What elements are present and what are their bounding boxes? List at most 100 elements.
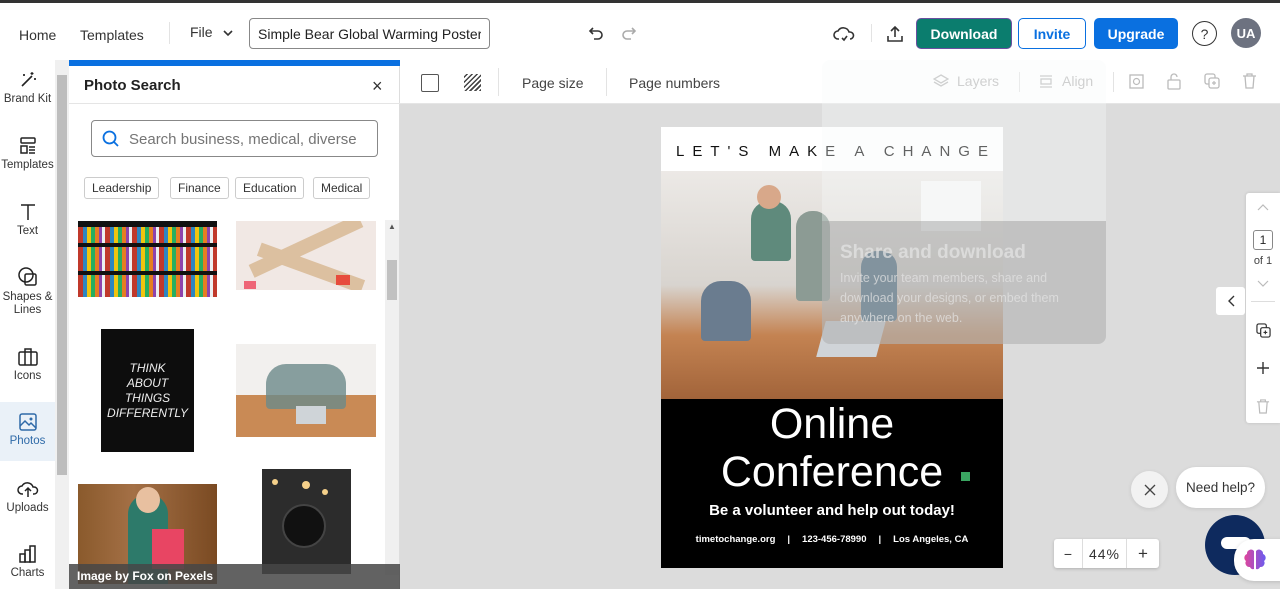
divider bbox=[498, 68, 499, 96]
photo-globe[interactable] bbox=[262, 469, 351, 574]
panel-scrollbar[interactable]: ▲ bbox=[385, 220, 399, 575]
rail-label: Uploads bbox=[6, 502, 49, 514]
poster-photo[interactable] bbox=[661, 171, 1003, 399]
page-number-input[interactable]: 1 bbox=[1253, 230, 1273, 250]
align-icon bbox=[1040, 75, 1052, 88]
divider bbox=[1251, 301, 1275, 302]
photo-neon-sign[interactable]: THINK ABOUT THINGS DIFFERENTLY bbox=[101, 329, 194, 452]
resize-handle[interactable] bbox=[961, 472, 970, 481]
background-color-swatch[interactable] bbox=[421, 74, 439, 92]
unlock-icon[interactable] bbox=[1166, 72, 1182, 90]
divider bbox=[69, 103, 400, 104]
file-menu[interactable]: File bbox=[190, 24, 234, 40]
poster-contact-line[interactable]: timetochange.org | 123-456-78990 | Los A… bbox=[661, 534, 1003, 545]
redo-icon[interactable] bbox=[619, 23, 641, 45]
chevron-left-icon bbox=[1227, 295, 1234, 307]
rail-item-shapes[interactable]: Shapes & Lines bbox=[0, 266, 55, 317]
document-title-input[interactable] bbox=[249, 18, 490, 49]
file-label: File bbox=[190, 24, 213, 40]
rail-item-charts[interactable]: Charts bbox=[0, 544, 55, 579]
divider bbox=[1113, 72, 1114, 92]
close-icon[interactable]: × bbox=[372, 76, 383, 97]
avatar[interactable]: UA bbox=[1231, 18, 1261, 48]
collapse-panel-button[interactable] bbox=[1216, 287, 1245, 315]
divider bbox=[169, 22, 170, 44]
icons-icon bbox=[17, 348, 38, 366]
rail-label: Brand Kit bbox=[3, 93, 52, 105]
trash-icon[interactable] bbox=[1242, 72, 1257, 89]
ai-assistant-button[interactable] bbox=[1234, 539, 1280, 581]
align-button[interactable]: Align bbox=[1038, 73, 1093, 89]
rail-item-templates[interactable]: Templates bbox=[0, 136, 55, 171]
separator: | bbox=[878, 534, 882, 545]
cloud-saved-icon[interactable] bbox=[832, 22, 856, 46]
dismiss-help-button[interactable] bbox=[1131, 471, 1168, 508]
rail-item-brand-kit[interactable]: Brand Kit bbox=[0, 70, 55, 105]
rail-scrollbar[interactable] bbox=[55, 60, 69, 589]
rail-label: Photos bbox=[9, 435, 46, 447]
layers-button[interactable]: Layers bbox=[933, 73, 999, 89]
help-icon[interactable]: ? bbox=[1192, 21, 1217, 46]
rail-item-photos[interactable]: Photos bbox=[0, 402, 55, 461]
rail-item-icons[interactable]: Icons bbox=[0, 347, 55, 382]
poster-title-line2[interactable]: Conference bbox=[661, 447, 1003, 497]
photo-bookshelf[interactable] bbox=[78, 221, 217, 297]
poster-headline[interactable]: LET'S MAKE A CHANGE bbox=[661, 127, 1003, 171]
rail-item-text[interactable]: Text bbox=[0, 202, 55, 237]
divider bbox=[871, 24, 872, 42]
duplicate-icon[interactable] bbox=[1204, 73, 1220, 89]
page-size-button[interactable]: Page size bbox=[522, 75, 583, 91]
transparency-pattern-icon[interactable] bbox=[464, 74, 481, 91]
poster-phone: 123-456-78990 bbox=[802, 534, 867, 545]
rail-item-uploads[interactable]: Uploads bbox=[0, 479, 55, 514]
scrollbar-thumb[interactable] bbox=[387, 260, 397, 300]
zoom-level[interactable]: 44% bbox=[1083, 539, 1127, 568]
scroll-up-arrow[interactable]: ▲ bbox=[388, 222, 396, 231]
download-button[interactable]: Download bbox=[916, 18, 1012, 49]
poster-canvas[interactable]: LET'S MAKE A CHANGE Online Conference Be… bbox=[661, 127, 1003, 568]
chevron-up-icon[interactable] bbox=[1257, 203, 1269, 211]
magic-wand-icon bbox=[20, 72, 36, 87]
chevron-down-icon[interactable] bbox=[1257, 280, 1269, 288]
search-field[interactable] bbox=[129, 127, 364, 151]
templates-icon bbox=[19, 137, 36, 154]
photo-team-meeting[interactable] bbox=[236, 344, 376, 437]
poster-title-line1[interactable]: Online bbox=[661, 399, 1003, 449]
chevron-down-icon bbox=[223, 30, 234, 37]
layers-icon bbox=[933, 74, 949, 87]
chip-education[interactable]: Education bbox=[235, 177, 305, 199]
zoom-control: − 44% + bbox=[1054, 539, 1159, 568]
zoom-out-button[interactable]: − bbox=[1054, 539, 1083, 568]
duplicate-page-icon[interactable] bbox=[1256, 323, 1271, 338]
photo-search-input[interactable] bbox=[91, 120, 378, 157]
undo-icon[interactable] bbox=[584, 23, 606, 45]
add-page-icon[interactable] bbox=[1256, 361, 1270, 375]
nav-templates[interactable]: Templates bbox=[80, 27, 144, 43]
text-icon bbox=[20, 204, 35, 220]
divider bbox=[606, 68, 607, 96]
rail-label: Templates bbox=[1, 159, 54, 171]
nav-home[interactable]: Home bbox=[19, 27, 56, 43]
photo-search-panel: Photo Search × Leadership Finance Educat… bbox=[69, 60, 400, 589]
page-numbers-button[interactable]: Page numbers bbox=[629, 75, 720, 91]
upgrade-button[interactable]: Upgrade bbox=[1094, 18, 1178, 49]
canvas-toolbar: Page size Page numbers Layers Align bbox=[400, 60, 1280, 104]
poster-subtitle[interactable]: Be a volunteer and help out today! bbox=[661, 502, 1003, 519]
photo-credit: Image by Fox on Pexels bbox=[69, 564, 400, 589]
delete-page-icon[interactable] bbox=[1256, 398, 1270, 414]
zoom-in-button[interactable]: + bbox=[1127, 539, 1159, 568]
close-icon bbox=[1144, 484, 1155, 495]
crop-frame-icon[interactable] bbox=[1128, 73, 1145, 90]
scrollbar-thumb[interactable] bbox=[57, 75, 67, 475]
chip-leadership[interactable]: Leadership bbox=[84, 177, 160, 199]
shapes-icon bbox=[17, 267, 37, 286]
photo-scrabble[interactable] bbox=[236, 221, 376, 290]
share-upload-icon[interactable] bbox=[883, 22, 907, 46]
rail-label: Charts bbox=[10, 567, 45, 579]
invite-button[interactable]: Invite bbox=[1018, 18, 1086, 49]
chip-finance[interactable]: Finance bbox=[170, 177, 229, 199]
search-icon bbox=[102, 130, 119, 147]
chip-medical[interactable]: Medical bbox=[313, 177, 371, 199]
need-help-bubble[interactable]: Need help? bbox=[1176, 467, 1265, 508]
page-count: of 1 bbox=[1253, 255, 1273, 267]
